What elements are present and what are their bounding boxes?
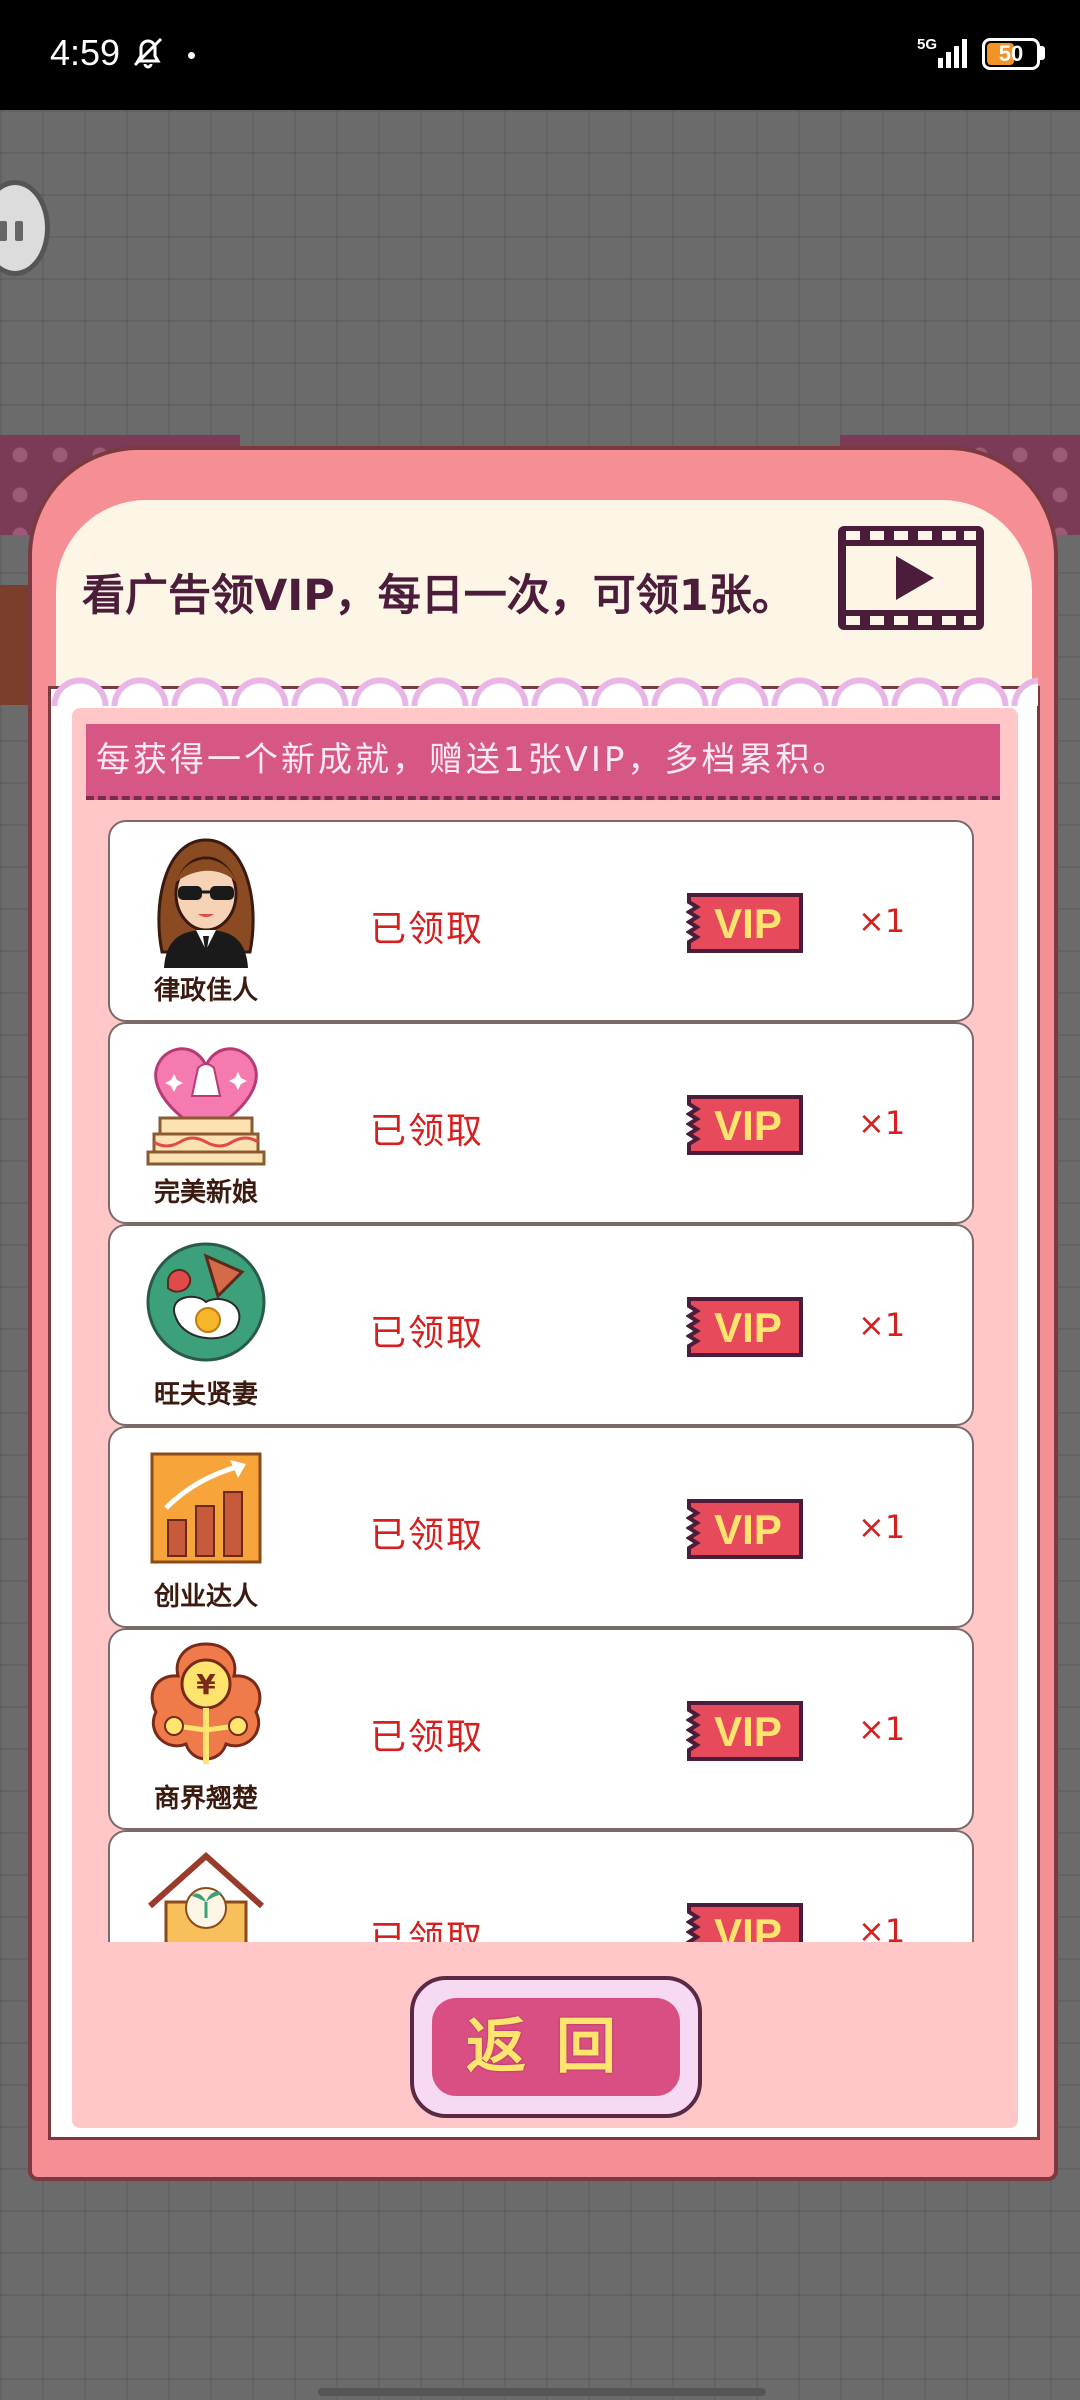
wedding-cake-icon <box>146 1047 266 1166</box>
video-play-icon[interactable] <box>836 524 986 632</box>
battery-icon: 50 <box>982 38 1040 70</box>
claimed-status: 已领取 <box>370 1717 485 1758</box>
list-item: 律政佳人 已领取 VIP ×1 <box>108 820 974 1022</box>
claimed-status: 已领取 <box>370 1515 485 1556</box>
vip-ticket-icon: VIP <box>686 1701 803 1761</box>
vip-label: VIP <box>714 1506 782 1553</box>
list-item: 旺夫贤妻 已领取 VIP ×1 <box>108 1224 974 1426</box>
achievement-name: 律政佳人 <box>153 976 258 1006</box>
claimed-status: 已领取 <box>370 909 485 950</box>
reward-count: ×1 <box>858 1710 906 1748</box>
svg-text:¥: ¥ <box>196 1668 216 1701</box>
house-icon <box>148 1851 264 1942</box>
scallop-border <box>50 656 1038 706</box>
achievement-name: 创业达人 <box>153 1582 258 1612</box>
claimed-status: 已领取 <box>370 1313 485 1354</box>
money-tree-icon: ¥ <box>150 1642 262 1764</box>
reward-count: ×1 <box>858 902 906 940</box>
header-title: 看广告领VIP，每日一次，可领1张。 <box>82 571 795 621</box>
vip-ticket-icon: VIP <box>686 1499 803 1559</box>
claimed-status: 已领取 <box>370 1919 485 1942</box>
battery-level: 50 <box>998 41 1024 66</box>
reward-count: ×1 <box>858 1508 906 1546</box>
bell-off-icon <box>133 37 163 69</box>
vip-label: VIP <box>714 1708 782 1755</box>
vip-label: VIP <box>714 1304 782 1351</box>
achievement-name: 完美新娘 <box>153 1178 258 1208</box>
vip-label: VIP <box>714 1910 782 1942</box>
vip-ticket-icon: VIP <box>686 893 803 953</box>
vip-label: VIP <box>714 1102 782 1149</box>
list-item: 完美新娘 已领取 VIP ×1 <box>108 1022 974 1224</box>
reward-count: ×1 <box>858 1912 906 1942</box>
signal-icon <box>938 39 967 68</box>
list-item: ¥ 商界翘楚 已领取 VIP ×1 <box>108 1628 974 1830</box>
status-bar: 4:59 5G 50 <box>0 0 1080 110</box>
reward-count: ×1 <box>858 1306 906 1344</box>
banner-text: 每获得一个新成就，赠送1张VIP，多档累积。 <box>96 740 850 780</box>
back-button[interactable]: 返回 <box>432 1998 680 2096</box>
vip-ticket-icon: VIP <box>686 1095 803 1155</box>
achievement-name: 商界翘楚 <box>153 1784 258 1814</box>
battery-tip <box>1040 46 1045 60</box>
info-banner: 每获得一个新成就，赠送1张VIP，多档累积。 <box>86 724 1000 800</box>
achievement-name: 旺夫贤妻 <box>153 1380 258 1410</box>
growth-chart-icon <box>150 1452 262 1564</box>
lawyer-avatar-icon <box>157 838 255 968</box>
claimed-status: 已领取 <box>370 1111 485 1152</box>
clock: 4:59 <box>50 32 121 73</box>
reward-count: ×1 <box>858 1104 906 1142</box>
cooking-icon <box>146 1242 266 1362</box>
list-item: 创业达人 已领取 VIP ×1 <box>108 1426 974 1628</box>
achievement-list[interactable]: 律政佳人 已领取 VIP ×1 完美新娘 已领取 VIP ×1 旺夫贤妻 已领取… <box>108 818 974 1942</box>
vip-ticket-icon: VIP <box>686 1903 803 1942</box>
back-button-frame: 返回 <box>410 1976 702 2118</box>
vip-ticket-icon: VIP <box>686 1297 803 1357</box>
home-indicator[interactable] <box>318 2388 766 2396</box>
list-item: 已领取 VIP ×1 <box>108 1830 974 1942</box>
dot-icon <box>188 52 195 59</box>
network-type: 5G <box>917 36 938 53</box>
vip-label: VIP <box>714 900 782 947</box>
background-tab <box>0 585 30 705</box>
